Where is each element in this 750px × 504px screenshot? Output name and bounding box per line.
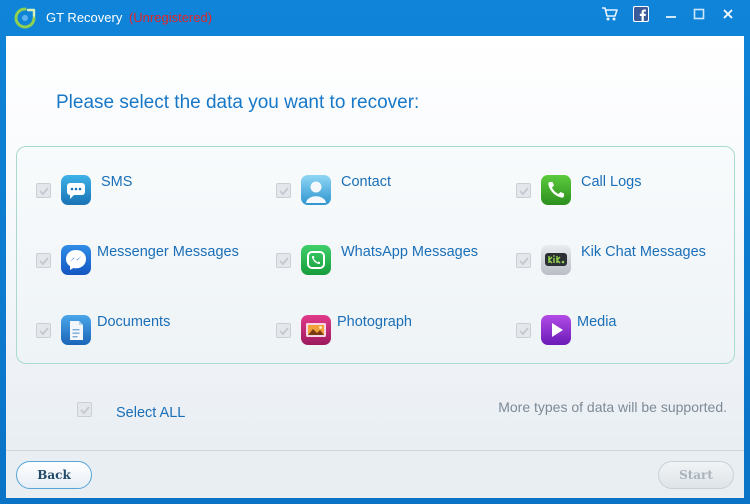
app-window: GT Recovery (Unregistered) Please select… xyxy=(0,0,750,504)
checkbox-media[interactable] xyxy=(516,323,531,338)
data-type-label-photograph[interactable]: Photograph xyxy=(337,314,412,330)
data-type-label-documents[interactable]: Documents xyxy=(97,314,170,330)
media-play-icon xyxy=(541,315,571,345)
checkbox-photograph[interactable] xyxy=(276,323,291,338)
facebook-icon[interactable] xyxy=(631,4,651,24)
maximize-icon[interactable] xyxy=(689,4,709,24)
checkbox-sms[interactable] xyxy=(36,183,51,198)
window-title: GT Recovery (Unregistered) xyxy=(46,10,212,25)
data-type-label-kik[interactable]: Kik Chat Messages xyxy=(581,244,706,260)
select-all-label[interactable]: Select ALL xyxy=(116,405,185,421)
checkbox-kik[interactable] xyxy=(516,253,531,268)
shopping-cart-icon[interactable] xyxy=(600,4,620,24)
back-button[interactable]: Back xyxy=(16,461,92,489)
footer-bar: Back Start xyxy=(6,450,744,498)
phone-icon xyxy=(541,175,571,205)
checkbox-documents[interactable] xyxy=(36,323,51,338)
app-logo-icon xyxy=(14,7,36,29)
support-note: More types of data will be supported. xyxy=(498,399,727,415)
kik-icon xyxy=(541,245,571,275)
data-type-label-messenger[interactable]: Messenger Messages xyxy=(97,244,239,260)
data-type-label-media[interactable]: Media xyxy=(577,314,617,330)
contact-icon xyxy=(301,175,331,205)
document-icon xyxy=(61,315,91,345)
data-type-label-call-logs[interactable]: Call Logs xyxy=(581,174,641,190)
sms-icon xyxy=(61,175,91,205)
checkbox-contact[interactable] xyxy=(276,183,291,198)
data-type-label-contact[interactable]: Contact xyxy=(341,174,391,190)
main-content: Please select the data you want to recov… xyxy=(6,36,744,450)
page-heading: Please select the data you want to recov… xyxy=(56,92,420,113)
data-type-label-sms[interactable]: SMS xyxy=(101,174,132,190)
messenger-icon xyxy=(61,245,91,275)
close-icon[interactable] xyxy=(718,4,738,24)
checkbox-whatsapp[interactable] xyxy=(276,253,291,268)
minimize-icon[interactable] xyxy=(661,4,681,24)
checkbox-messenger[interactable] xyxy=(36,253,51,268)
start-button[interactable]: Start xyxy=(658,461,734,489)
app-name: GT Recovery xyxy=(46,10,123,25)
title-bar: GT Recovery (Unregistered) xyxy=(0,0,750,36)
data-type-panel: SMS Contact Call Logs Messenger Messages… xyxy=(16,146,735,364)
registration-status: (Unregistered) xyxy=(128,10,213,25)
select-all-checkbox[interactable] xyxy=(77,402,92,417)
checkbox-call-logs[interactable] xyxy=(516,183,531,198)
data-type-label-whatsapp[interactable]: WhatsApp Messages xyxy=(341,244,478,260)
whatsapp-icon xyxy=(301,245,331,275)
photograph-icon xyxy=(301,315,331,345)
